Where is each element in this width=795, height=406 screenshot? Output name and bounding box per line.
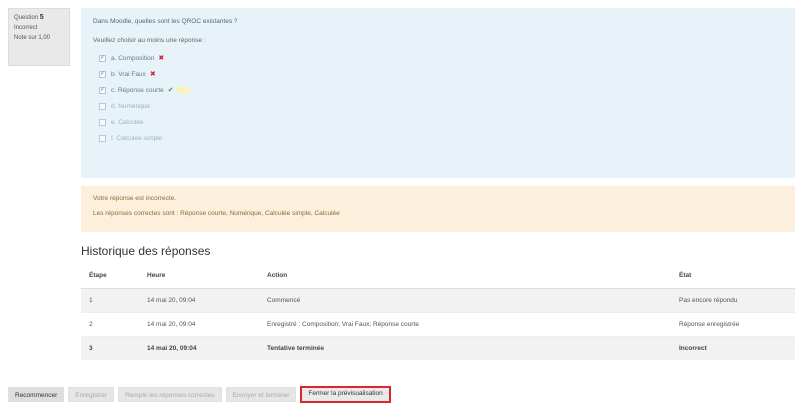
question-mark: Note sur 1,00 bbox=[14, 35, 51, 41]
restart-button[interactable]: Recommencer bbox=[8, 387, 65, 402]
answer-prompt: Veuillez choisir au moins une réponse : bbox=[93, 37, 206, 44]
table-row: 1 14 mai 20, 09:04 Commencé Pas encore r… bbox=[81, 287, 795, 312]
close-preview-button[interactable]: Fermer la prévisualisation bbox=[300, 386, 391, 403]
history-table: Étape Heure Action État 1 14 mai 20, 09:… bbox=[81, 264, 795, 360]
column-header-action: Action bbox=[259, 264, 671, 289]
answer-option-f[interactable]: f. Calculée simple bbox=[93, 130, 783, 146]
answer-option-e[interactable]: e. Calculée bbox=[93, 114, 783, 130]
correct-icon: ✔ bbox=[167, 87, 174, 94]
question-number: Question 5 bbox=[14, 13, 64, 23]
table-row: 2 14 mai 20, 09:04 Enregistré : Composit… bbox=[81, 311, 795, 336]
question-number-label: Question bbox=[14, 15, 39, 21]
cell-action: Enregistré : Composition; Vrai Faux; Rép… bbox=[259, 311, 671, 336]
cell-action: Commencé bbox=[259, 287, 671, 312]
checkbox-unchecked[interactable] bbox=[99, 102, 106, 110]
cell-time: 14 mai 20, 09:04 bbox=[139, 311, 259, 336]
fill-correct-button[interactable]: Remplir les réponses correctes bbox=[118, 387, 222, 402]
checkbox-checked[interactable]: ✓ bbox=[99, 54, 106, 62]
answer-option-a[interactable]: ✓ a. Composition ✖ bbox=[93, 50, 783, 66]
feedback-highlight bbox=[176, 87, 189, 93]
cell-state: Pas encore répondu bbox=[671, 287, 795, 312]
submit-finish-button[interactable]: Envoyer et terminer bbox=[225, 387, 297, 402]
feedback-correct-answers: Les réponses correctes sont : Réponse co… bbox=[93, 210, 340, 217]
question-text: Dans Moodle, quelles sont les QROC exist… bbox=[93, 18, 238, 25]
checkbox-checked[interactable]: ✓ bbox=[99, 70, 106, 78]
cell-step: 1 bbox=[81, 287, 139, 312]
answer-label: d. Numérique bbox=[111, 102, 151, 110]
answer-option-d[interactable]: d. Numérique bbox=[93, 98, 783, 114]
column-header-time: Heure bbox=[139, 264, 259, 289]
column-header-state: État bbox=[671, 264, 795, 289]
history-title: Historique des réponses bbox=[81, 244, 211, 258]
answer-label: b. Vrai Faux bbox=[111, 70, 146, 78]
table-row: 3 14 mai 20, 09:04 Tentative terminée In… bbox=[81, 335, 795, 360]
question-info: Question 5 Incorrect Note sur 1,00 bbox=[8, 8, 70, 66]
checkbox-unchecked[interactable] bbox=[99, 134, 106, 142]
incorrect-icon: ✖ bbox=[149, 71, 156, 78]
feedback-box: Votre réponse est incorrecte. Les répons… bbox=[81, 186, 795, 232]
incorrect-icon: ✖ bbox=[158, 55, 165, 62]
cell-state: Réponse enregistrée bbox=[671, 311, 795, 336]
answer-option-b[interactable]: ✓ b. Vrai Faux ✖ bbox=[93, 66, 783, 82]
checkbox-checked[interactable]: ✓ bbox=[99, 86, 106, 94]
question-number-value: 5 bbox=[39, 14, 44, 21]
answer-option-c[interactable]: ✓ c. Réponse courte ✔ bbox=[93, 82, 783, 98]
cell-step: 3 bbox=[81, 335, 139, 360]
answer-label: c. Réponse courte bbox=[111, 86, 164, 94]
cell-step: 2 bbox=[81, 311, 139, 336]
answer-label: e. Calculée bbox=[111, 118, 144, 126]
question-formulation: Dans Moodle, quelles sont les QROC exist… bbox=[81, 8, 795, 178]
answer-label: f. Calculée simple bbox=[111, 134, 163, 142]
cell-action: Tentative terminée bbox=[259, 335, 671, 360]
save-button[interactable]: Enregistrer bbox=[68, 387, 115, 402]
answer-label: a. Composition bbox=[111, 54, 155, 62]
cell-time: 14 mai 20, 09:04 bbox=[139, 287, 259, 312]
question-status: Incorrect bbox=[14, 25, 38, 31]
table-header-row: Étape Heure Action État bbox=[81, 264, 795, 289]
feedback-status: Votre réponse est incorrecte. bbox=[93, 195, 177, 202]
cell-time: 14 mai 20, 09:04 bbox=[139, 335, 259, 360]
preview-controls: Recommencer Enregistrer Remplir les répo… bbox=[8, 386, 391, 403]
cell-state: Incorrect bbox=[671, 335, 795, 360]
checkbox-unchecked[interactable] bbox=[99, 118, 106, 126]
column-header-step: Étape bbox=[81, 264, 139, 289]
